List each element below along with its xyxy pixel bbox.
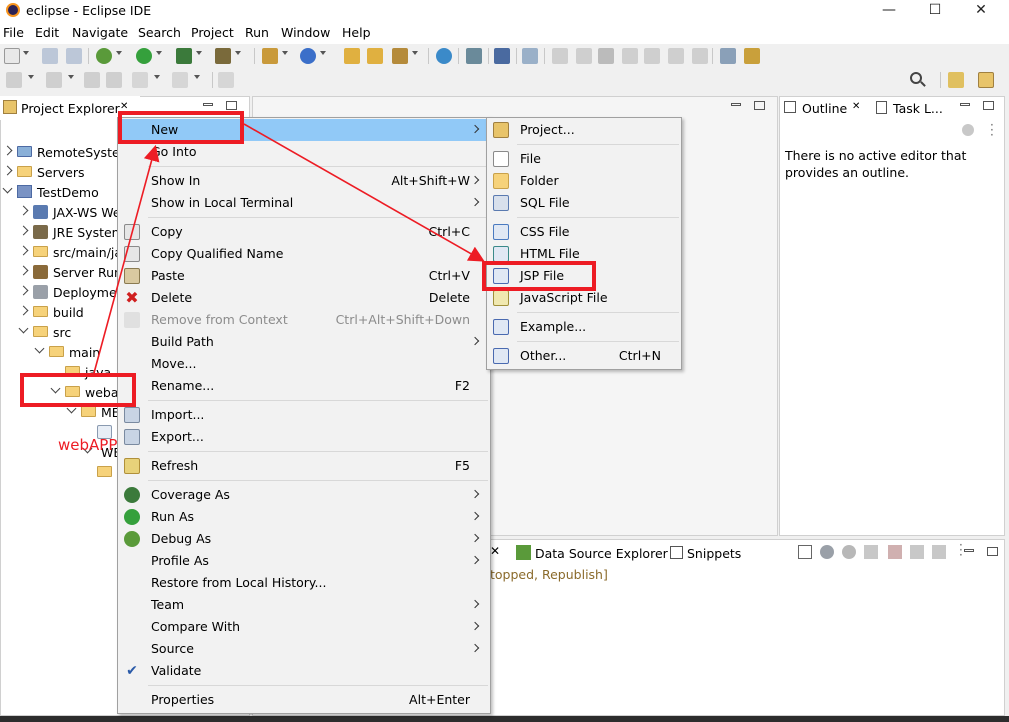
arrow-to-new [93,144,160,374]
arrow-to-jsp-file [243,123,485,262]
annotation-arrows [93,123,485,374]
